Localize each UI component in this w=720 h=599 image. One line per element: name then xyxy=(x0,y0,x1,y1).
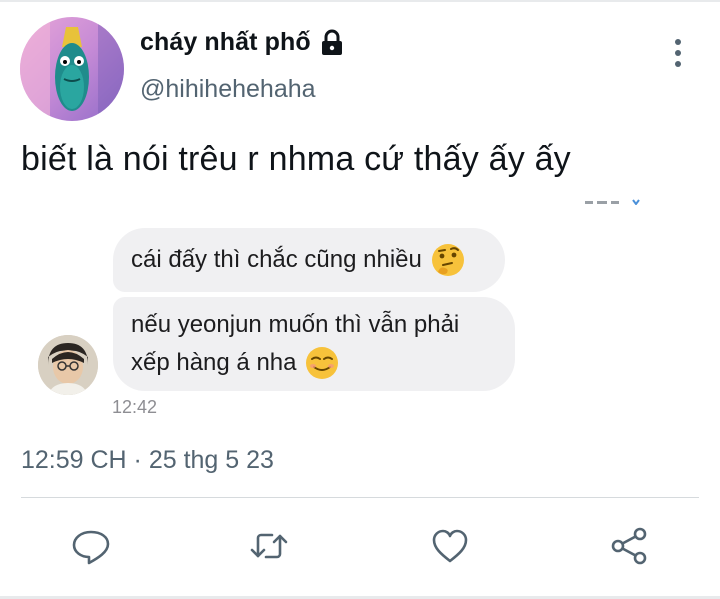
display-name[interactable]: cháy nhất phố xyxy=(140,28,311,57)
message-bubble: cái đấy thì chắc cũng nhiều xyxy=(113,228,505,292)
like-icon xyxy=(432,529,468,563)
like-button[interactable] xyxy=(429,525,471,567)
share-button[interactable] xyxy=(608,525,650,567)
lock-icon xyxy=(321,29,342,55)
smiling-face-emoji-icon xyxy=(306,347,339,379)
retweet-button[interactable] xyxy=(248,525,290,567)
cropped-status-fragment xyxy=(585,199,640,205)
message-text: nếu yeonjun muốn thì vẫn phải xyxy=(131,311,460,338)
tweet-text: biết là nói trêu r nhma cứ thấy ấy ấy xyxy=(21,140,571,178)
author-name-row[interactable]: cháy nhất phố xyxy=(140,28,345,57)
message-bubble: nếu yeonjun muốn thì vẫn phải xếp hàng á… xyxy=(113,297,515,391)
message-text: xếp hàng á nha xyxy=(131,349,297,376)
message-text: cái đấy thì chắc cũng nhiều xyxy=(131,246,422,273)
retweet-icon xyxy=(250,533,288,559)
top-border xyxy=(0,0,720,2)
share-icon xyxy=(611,527,647,565)
divider xyxy=(21,497,699,498)
profile-avatar[interactable] xyxy=(20,17,124,121)
more-options-icon[interactable] xyxy=(668,36,688,70)
user-handle[interactable]: @hihihehehaha xyxy=(140,75,316,104)
tweet-timestamp[interactable]: 12:59 CH · 25 thg 5 23 xyxy=(21,446,274,475)
reply-button[interactable] xyxy=(70,525,112,567)
attached-chat-screenshot[interactable]: cái đấy thì chắc cũng nhiều nếu yeonjun … xyxy=(0,195,720,425)
message-time: 12:42 xyxy=(112,397,158,417)
chat-avatar xyxy=(38,335,98,395)
thinking-face-emoji-icon xyxy=(431,244,464,276)
reply-icon xyxy=(72,530,110,565)
